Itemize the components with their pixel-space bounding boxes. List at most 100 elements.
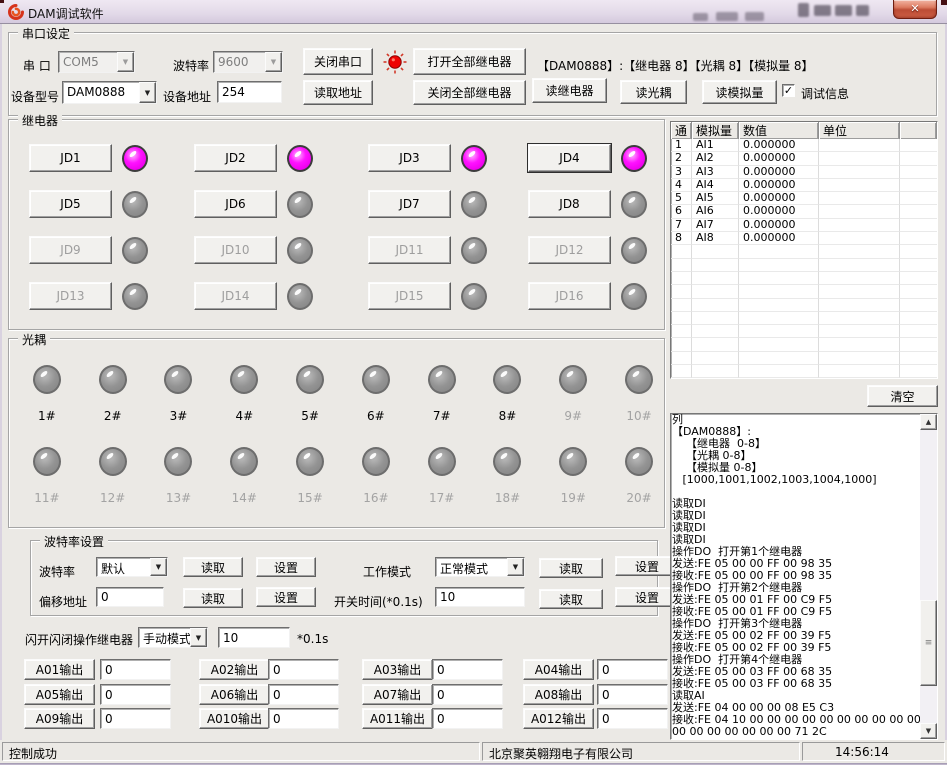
table-row[interactable] [671, 365, 937, 378]
switch-time-read-button[interactable]: 读取 [539, 589, 603, 609]
table-row[interactable] [671, 272, 937, 285]
relay-button-jd9[interactable]: JD9 [29, 236, 112, 264]
table-row[interactable]: 8AI80.000000 [671, 232, 937, 245]
opto-label-1: 1# [38, 409, 56, 423]
table-row[interactable] [671, 245, 937, 258]
close-button[interactable]: ✕ [893, 0, 937, 19]
offset-read-button[interactable]: 读取 [183, 588, 243, 608]
table-row[interactable]: 5AI50.000000 [671, 192, 937, 205]
baud-set-button[interactable]: 设置 [256, 557, 316, 577]
output-button-a04[interactable]: A04输出 [523, 659, 594, 680]
output-button-a010[interactable]: A010输出 [199, 708, 270, 729]
relay-button-jd4[interactable]: JD4 [528, 144, 611, 172]
debug-info-checkbox[interactable]: ✓ [782, 84, 795, 97]
table-row[interactable] [671, 299, 937, 312]
output-button-a08[interactable]: A08输出 [523, 684, 594, 705]
opto-led-6 [362, 365, 390, 394]
offset-set-button[interactable]: 设置 [256, 587, 316, 607]
relay-button-jd8[interactable]: JD8 [528, 190, 611, 218]
output-button-a05[interactable]: A05输出 [24, 684, 95, 705]
table-row[interactable] [671, 338, 937, 351]
output-input-a09[interactable] [100, 708, 171, 729]
output-button-a01[interactable]: A01输出 [24, 659, 95, 680]
relay-button-jd7[interactable]: JD7 [368, 190, 451, 218]
chevron-down-icon[interactable]: ▼ [139, 82, 156, 103]
output-input-a010[interactable] [268, 708, 339, 729]
output-input-a07[interactable] [432, 684, 503, 705]
relay-button-jd11[interactable]: JD11 [368, 236, 451, 264]
relay-cell-jd6: JD6 [194, 190, 368, 218]
output-button-a02[interactable]: A02输出 [199, 659, 270, 680]
chevron-down-icon[interactable]: ▼ [265, 52, 282, 72]
output-input-a05[interactable] [100, 684, 171, 705]
output-button-a011[interactable]: A011输出 [362, 708, 433, 729]
device-model-select[interactable]: DAM0888 ▼ [62, 81, 157, 104]
output-input-a02[interactable] [268, 659, 339, 680]
table-row[interactable] [671, 285, 937, 298]
read-address-button[interactable]: 读取地址 [303, 80, 373, 105]
relay-button-jd10[interactable]: JD10 [194, 236, 277, 264]
output-button-a012[interactable]: A012输出 [523, 708, 594, 729]
output-button-a09[interactable]: A09输出 [24, 708, 95, 729]
close-serial-button[interactable]: 关闭串口 [303, 48, 373, 75]
table-row[interactable]: 4AI40.000000 [671, 179, 937, 192]
output-input-a011[interactable] [432, 708, 503, 729]
chevron-down-icon[interactable]: ▼ [507, 558, 524, 576]
relay-button-jd2[interactable]: JD2 [194, 144, 277, 172]
table-row[interactable]: 3AI30.000000 [671, 166, 937, 179]
baud-setting-select[interactable]: 默认 ▼ [96, 557, 168, 577]
output-input-a06[interactable] [268, 684, 339, 705]
offset-address-input[interactable] [96, 587, 164, 607]
switch-time-input[interactable] [435, 587, 525, 607]
device-model-label: 设备型号 [11, 88, 59, 105]
clear-button[interactable]: 清空 [867, 385, 938, 407]
relay-button-jd14[interactable]: JD14 [194, 282, 277, 310]
output-input-a03[interactable] [432, 659, 503, 680]
chevron-down-icon[interactable]: ▼ [190, 628, 207, 647]
read-analog-button[interactable]: 读模拟量 [702, 80, 777, 104]
output-button-a07[interactable]: A07输出 [362, 684, 433, 705]
relay-button-jd12[interactable]: JD12 [528, 236, 611, 264]
output-input-a04[interactable] [597, 659, 668, 680]
table-row[interactable] [671, 312, 937, 325]
chevron-down-icon[interactable]: ▼ [150, 558, 167, 576]
baud-read-button[interactable]: 读取 [183, 557, 243, 577]
flash-time-input[interactable] [218, 627, 290, 648]
output-input-a012[interactable] [597, 708, 668, 729]
flash-mode-select[interactable]: 手动模式 ▼ [138, 627, 208, 648]
relay-button-jd3[interactable]: JD3 [368, 144, 451, 172]
log-text: 列 【DAM0888】: 【继电器 0-8】 【光耦 0-8】 【模拟量 0-8… [672, 414, 920, 739]
read-relays-button[interactable]: 读继电器 [532, 78, 607, 103]
open-all-relays-button[interactable]: 打开全部继电器 [413, 48, 526, 75]
scroll-down-button[interactable]: ▼ [920, 723, 937, 739]
read-opto-button[interactable]: 读光耦 [620, 80, 687, 104]
log-scrollbar[interactable]: ▲ ≡ ▼ [920, 414, 937, 739]
table-row[interactable] [671, 259, 937, 272]
relay-button-jd15[interactable]: JD15 [368, 282, 451, 310]
table-row[interactable] [671, 352, 937, 365]
output-button-a03[interactable]: A03输出 [362, 659, 433, 680]
table-row[interactable]: 7AI70.000000 [671, 219, 937, 232]
relay-button-jd1[interactable]: JD1 [29, 144, 112, 172]
scrollbar-thumb[interactable]: ≡ [920, 600, 937, 686]
baud-select[interactable]: 9600 ▼ [213, 51, 283, 73]
table-row[interactable]: 2AI20.000000 [671, 152, 937, 165]
scroll-up-button[interactable]: ▲ [920, 414, 937, 430]
relay-button-jd13[interactable]: JD13 [29, 282, 112, 310]
close-all-relays-button[interactable]: 关闭全部继电器 [413, 80, 526, 105]
relay-button-jd6[interactable]: JD6 [194, 190, 277, 218]
chevron-down-icon[interactable]: ▼ [117, 52, 134, 72]
table-row[interactable] [671, 325, 937, 338]
workmode-select[interactable]: 正常模式 ▼ [435, 557, 525, 577]
output-input-a01[interactable] [100, 659, 171, 680]
table-row[interactable]: 6AI60.000000 [671, 205, 937, 218]
com-port-select[interactable]: COM5 ▼ [58, 51, 135, 73]
output-input-a08[interactable] [597, 684, 668, 705]
relay-button-jd5[interactable]: JD5 [29, 190, 112, 218]
relay-button-jd16[interactable]: JD16 [528, 282, 611, 310]
workmode-read-button[interactable]: 读取 [539, 558, 603, 578]
table-cell: 0.000000 [739, 219, 819, 232]
table-row[interactable]: 1AI10.000000 [671, 139, 937, 152]
device-address-input[interactable] [217, 81, 282, 103]
output-button-a06[interactable]: A06输出 [199, 684, 270, 705]
